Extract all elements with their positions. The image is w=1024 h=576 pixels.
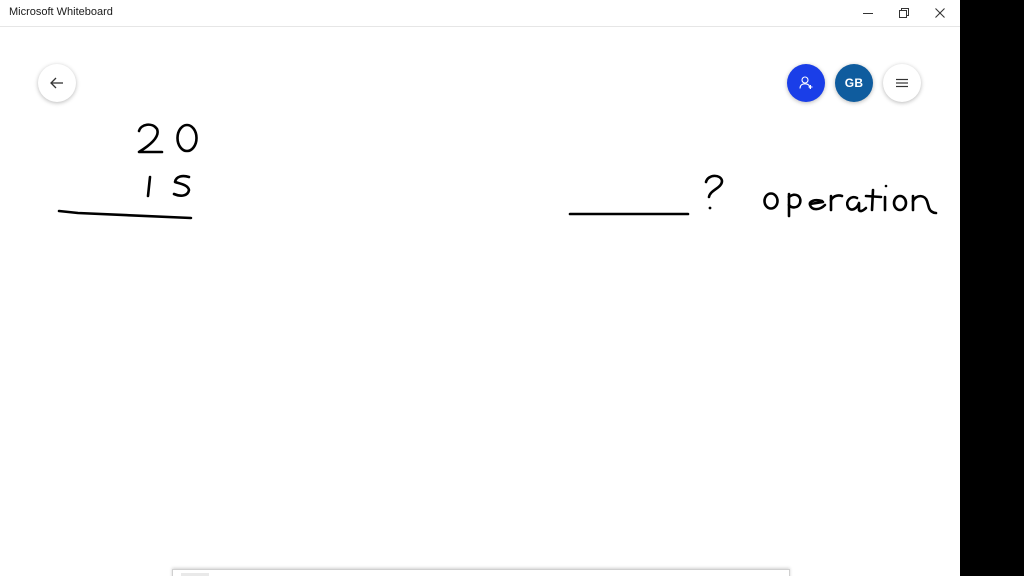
ink-word-operation bbox=[763, 184, 938, 218]
app-title: Microsoft Whiteboard bbox=[9, 6, 113, 18]
ink-underline-left bbox=[57, 209, 193, 220]
ink-question-mark bbox=[704, 174, 724, 210]
title-bar: Microsoft Whiteboard bbox=[0, 0, 960, 27]
whiteboard-window: Microsoft Whiteboard GB bbox=[0, 0, 960, 576]
close-icon bbox=[935, 8, 945, 18]
whiteboard-canvas[interactable] bbox=[0, 26, 960, 576]
restore-icon bbox=[899, 8, 909, 18]
ink-number-20 bbox=[137, 123, 198, 154]
minimize-icon bbox=[863, 13, 873, 14]
ink-number-15 bbox=[146, 174, 191, 198]
inking-toolbar[interactable] bbox=[172, 569, 790, 576]
close-button[interactable] bbox=[917, 0, 960, 26]
